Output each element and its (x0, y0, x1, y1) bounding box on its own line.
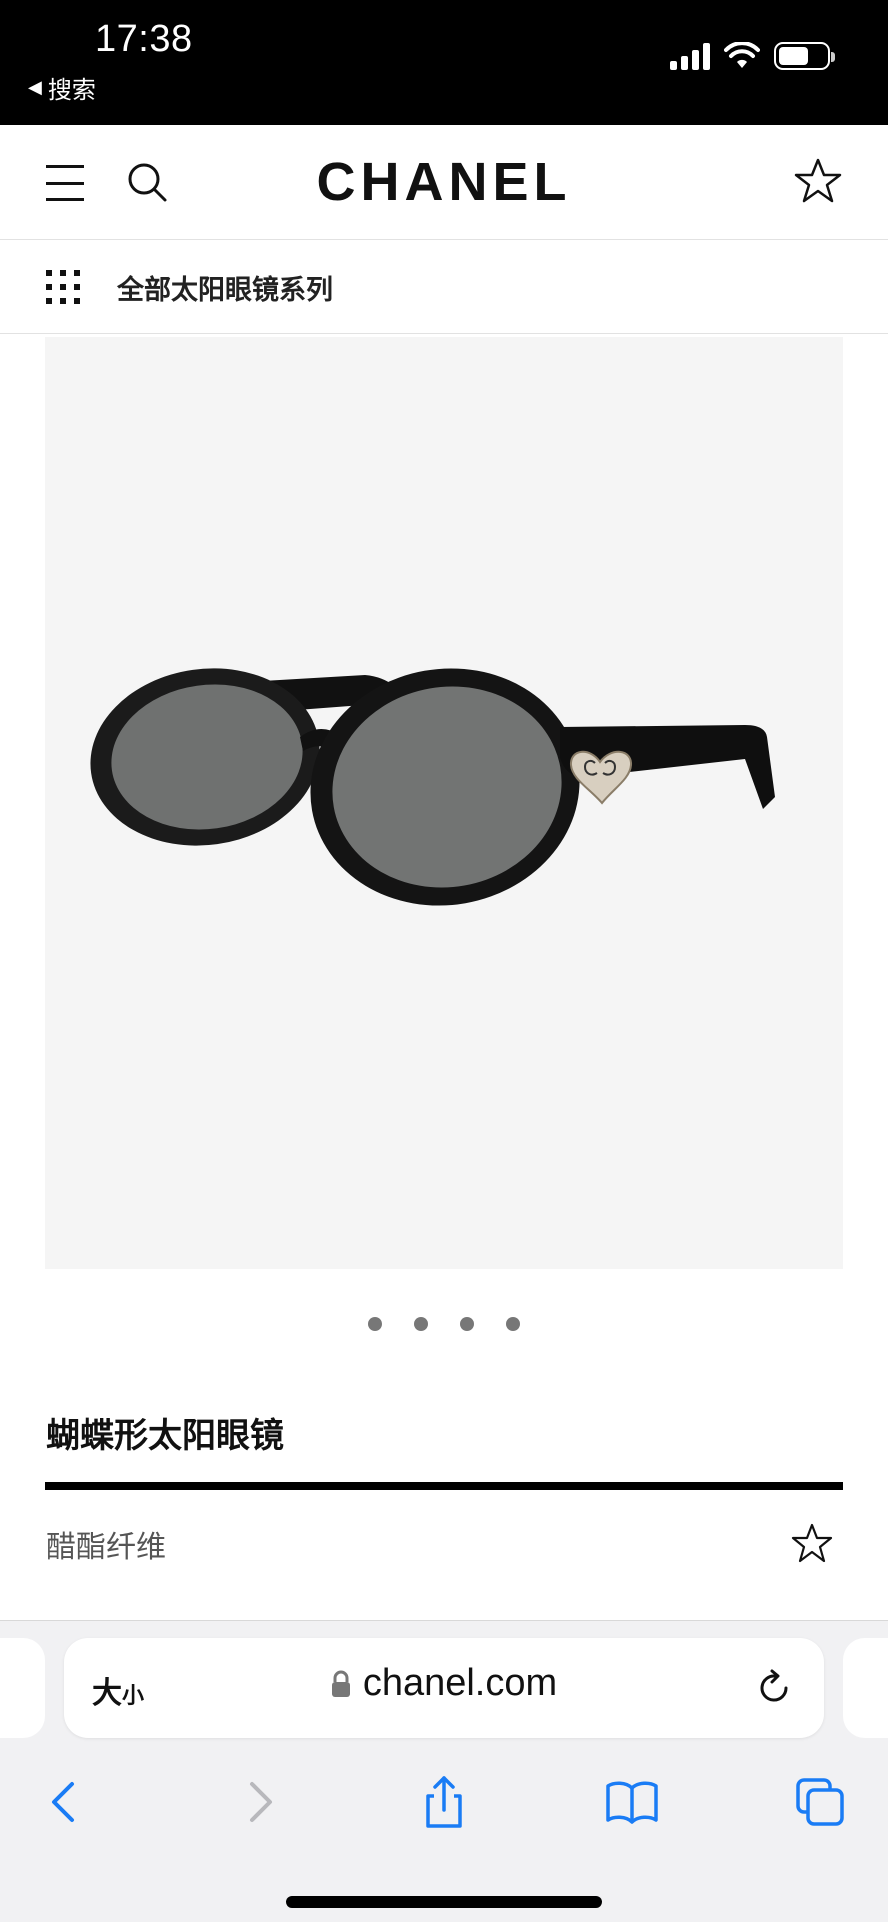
status-icons (670, 42, 835, 70)
next-tab-preview[interactable] (843, 1638, 888, 1738)
home-indicator (286, 1896, 602, 1908)
reload-icon[interactable] (754, 1668, 794, 1708)
back-to-app-button[interactable]: ◀ 搜索 (28, 70, 96, 105)
star-icon[interactable] (794, 157, 842, 205)
image-pagination (0, 1317, 888, 1331)
signal-icon (670, 42, 710, 70)
address-bar[interactable]: 大小 chanel.com (64, 1638, 824, 1738)
browser-toolbar (0, 1764, 888, 1844)
url-text: chanel.com (362, 1662, 558, 1704)
browser-bottom-bar: 大小 chanel.com (0, 1620, 888, 1922)
pagination-dot[interactable] (414, 1317, 428, 1331)
pagination-dot[interactable] (506, 1317, 520, 1331)
pagination-dot[interactable] (460, 1317, 474, 1331)
battery-icon (774, 42, 835, 70)
status-time: 17:38 (95, 18, 193, 60)
share-icon[interactable] (416, 1774, 472, 1830)
category-nav[interactable]: 全部太阳眼镜系列 (0, 240, 888, 334)
wifi-icon (724, 42, 760, 68)
site-header: CHANEL (0, 125, 888, 240)
product-image[interactable] (45, 337, 843, 1269)
sunglasses-image (90, 668, 775, 906)
back-icon[interactable] (38, 1774, 94, 1830)
grid-icon (46, 270, 80, 304)
back-app-label: 搜索 (47, 76, 96, 104)
brand-logo[interactable]: CHANEL (0, 151, 888, 213)
star-icon[interactable] (790, 1522, 834, 1566)
lock-icon (331, 1670, 350, 1697)
pagination-dot[interactable] (368, 1317, 382, 1331)
category-label: 全部太阳眼镜系列 (117, 275, 333, 306)
product-material: 醋酯纤维 (46, 1530, 166, 1565)
previous-tab-preview[interactable] (0, 1638, 45, 1738)
forward-icon[interactable] (230, 1774, 286, 1830)
product-title: 蝴蝶形太阳眼镜 (46, 1416, 284, 1456)
bookmarks-icon[interactable] (604, 1774, 660, 1830)
status-bar: 17:38 ◀ 搜索 (0, 0, 888, 125)
tabs-icon[interactable] (792, 1774, 848, 1830)
back-triangle-icon: ◀ (28, 77, 42, 98)
title-divider (45, 1482, 843, 1490)
